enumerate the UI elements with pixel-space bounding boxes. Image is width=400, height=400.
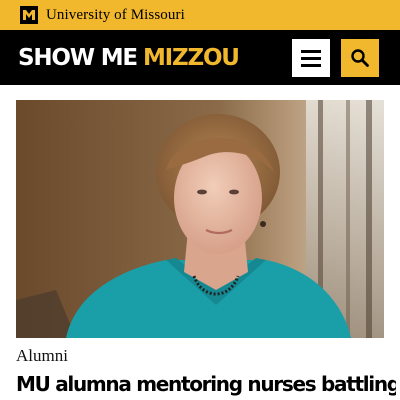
- university-bar: University of Missouri: [0, 0, 400, 30]
- search-button[interactable]: [341, 39, 379, 77]
- article-hero-image[interactable]: [16, 100, 384, 338]
- menu-button[interactable]: [292, 39, 330, 77]
- search-icon: [351, 49, 369, 67]
- hamburger-line: [301, 56, 321, 60]
- site-header: SHOW ME MIZZOU: [0, 30, 400, 85]
- article-category[interactable]: Alumni: [16, 346, 68, 366]
- mu-shield-logo-icon[interactable]: [20, 6, 38, 24]
- site-logo[interactable]: SHOW ME MIZZOU: [18, 44, 240, 71]
- article-headline[interactable]: MU alumna mentoring nurses battling: [16, 372, 396, 396]
- brand-mizzou: MIZZOU: [142, 44, 240, 71]
- university-name-link[interactable]: University of Missouri: [46, 7, 185, 24]
- brand-show-me: SHOW ME: [18, 44, 138, 71]
- hamburger-menu-icon: [301, 49, 321, 53]
- hamburger-line: [301, 63, 321, 67]
